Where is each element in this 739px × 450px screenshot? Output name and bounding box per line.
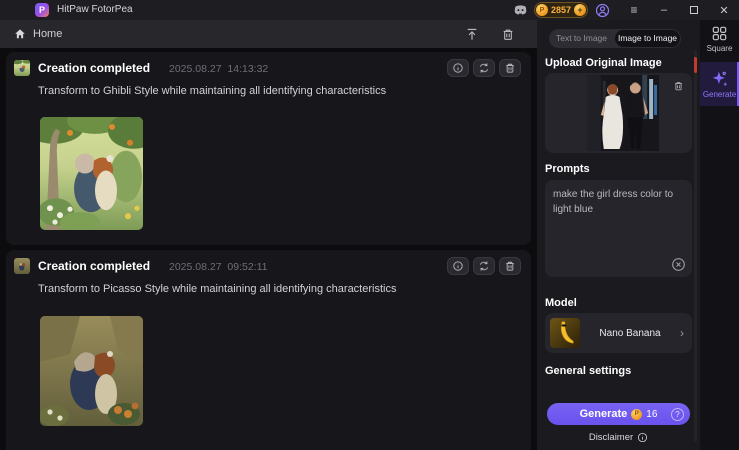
- menu-button[interactable]: ≡: [624, 0, 644, 20]
- trash-icon: [675, 82, 682, 91]
- entry-regenerate-button[interactable]: [473, 257, 495, 275]
- info-icon: [453, 63, 463, 73]
- entry-timestamp: 2025.08.27 09:52:11: [169, 261, 268, 273]
- model-section-title: Model: [545, 297, 577, 309]
- entry-info-button[interactable]: [447, 59, 469, 77]
- generate-help-button[interactable]: ?: [671, 407, 684, 421]
- coin-balance-badge[interactable]: P 2857 +: [534, 2, 588, 18]
- sidebar-generate-label: Generate: [702, 89, 737, 99]
- model-selector[interactable]: Nano Banana ›: [545, 313, 692, 353]
- entry-delete-button[interactable]: [499, 59, 521, 77]
- regenerate-icon: [479, 63, 489, 73]
- remove-uploaded-image-button[interactable]: [673, 80, 684, 92]
- upload-section-title: Upload Original Image: [545, 57, 662, 69]
- right-sidebar: Square Generate: [700, 20, 739, 450]
- sparkle-icon: [712, 71, 727, 86]
- app-logo-icon: P: [35, 3, 49, 17]
- discord-icon: [514, 5, 526, 15]
- export-top-icon[interactable]: [465, 27, 479, 42]
- maximize-icon: [690, 6, 698, 14]
- tab-text-to-image[interactable]: Text to Image: [549, 29, 614, 48]
- prompt-input[interactable]: make the girl dress color to light blue: [545, 180, 692, 277]
- coin-icon: P: [536, 4, 548, 16]
- maximize-button[interactable]: [684, 0, 704, 20]
- panel-scrollbar-track: [694, 50, 697, 442]
- tab-home[interactable]: Home: [14, 20, 62, 48]
- clear-history-trash-icon[interactable]: [501, 27, 515, 42]
- model-name: Nano Banana: [599, 327, 661, 339]
- entry-thumbnail-avatar: [14, 258, 30, 274]
- upload-original-image-area[interactable]: [545, 73, 692, 153]
- generated-image-ghibli[interactable]: [40, 117, 143, 230]
- account-button[interactable]: [592, 0, 612, 20]
- creation-entry: Creation completed 2025.08.27 09:52:11 T…: [6, 250, 531, 450]
- home-icon: [15, 29, 25, 39]
- entry-timestamp: 2025.08.27 14:13:32: [169, 63, 269, 75]
- entry-prompt-text: Transform to Picasso Style while maintai…: [38, 283, 397, 295]
- info-icon: [638, 432, 648, 443]
- creation-entry: Creation completed 2025.08.27 14:13:32 T…: [6, 52, 531, 245]
- entry-status: Creation completed: [38, 61, 151, 75]
- entry-regenerate-button[interactable]: [473, 59, 495, 77]
- sidebar-square-label: Square: [706, 44, 733, 53]
- disclaimer-link[interactable]: Disclaimer: [537, 432, 700, 443]
- tab-bar: Home: [0, 20, 537, 48]
- creation-history-list: Creation completed 2025.08.27 14:13:32 T…: [0, 48, 537, 450]
- trash-icon: [506, 261, 514, 271]
- close-button[interactable]: ✕: [714, 0, 734, 20]
- prompts-section-title: Prompts: [545, 163, 590, 175]
- entry-info-button[interactable]: [447, 257, 469, 275]
- chevron-right-icon: ›: [680, 326, 684, 340]
- coin-balance: 2857: [550, 5, 572, 15]
- generated-image-picasso[interactable]: [40, 316, 143, 426]
- minimize-button[interactable]: –: [654, 0, 674, 20]
- home-tab-label: Home: [33, 28, 63, 40]
- generate-button[interactable]: Generate P 16 ?: [547, 403, 690, 425]
- discord-button[interactable]: [510, 0, 530, 20]
- title-bar: P HitPaw FotorPea P 2857 + ≡ – ✕: [0, 0, 739, 20]
- prompt-text: make the girl dress color to light blue: [553, 189, 674, 215]
- tab-image-to-image[interactable]: Image to Image: [615, 30, 680, 47]
- model-thumbnail: [550, 318, 580, 348]
- panel-scrollbar-thumb[interactable]: [694, 57, 697, 73]
- generate-cost: 16: [646, 408, 658, 420]
- clear-prompt-button[interactable]: [671, 257, 686, 272]
- clear-circle-icon: [672, 258, 685, 271]
- entry-prompt-text: Transform to Ghibli Style while maintain…: [38, 85, 387, 97]
- squares-icon: [712, 26, 727, 41]
- generation-panel: Text to Image Image to Image Upload Orig…: [537, 20, 700, 450]
- regenerate-icon: [479, 261, 489, 271]
- trash-icon: [506, 63, 514, 73]
- entry-delete-button[interactable]: [499, 257, 521, 275]
- app-title: HitPaw FotorPea: [57, 4, 133, 15]
- sidebar-item-generate[interactable]: Generate: [700, 62, 739, 106]
- app-window: P HitPaw FotorPea P 2857 + ≡ – ✕ Home Cr…: [0, 0, 739, 450]
- disclaimer-label: Disclaimer: [588, 432, 634, 443]
- generate-button-label: Generate: [579, 408, 628, 420]
- mode-tabs: Text to Image Image to Image: [549, 29, 681, 48]
- coin-icon: P: [631, 408, 643, 420]
- entry-status: Creation completed: [38, 259, 151, 273]
- entry-thumbnail-avatar: [14, 60, 30, 76]
- add-coins-button[interactable]: +: [574, 4, 586, 16]
- user-icon: [595, 3, 609, 17]
- info-icon: [453, 261, 463, 271]
- sidebar-item-square[interactable]: Square: [700, 26, 739, 66]
- general-settings-title: General settings: [545, 365, 632, 377]
- uploaded-photo: [587, 75, 659, 151]
